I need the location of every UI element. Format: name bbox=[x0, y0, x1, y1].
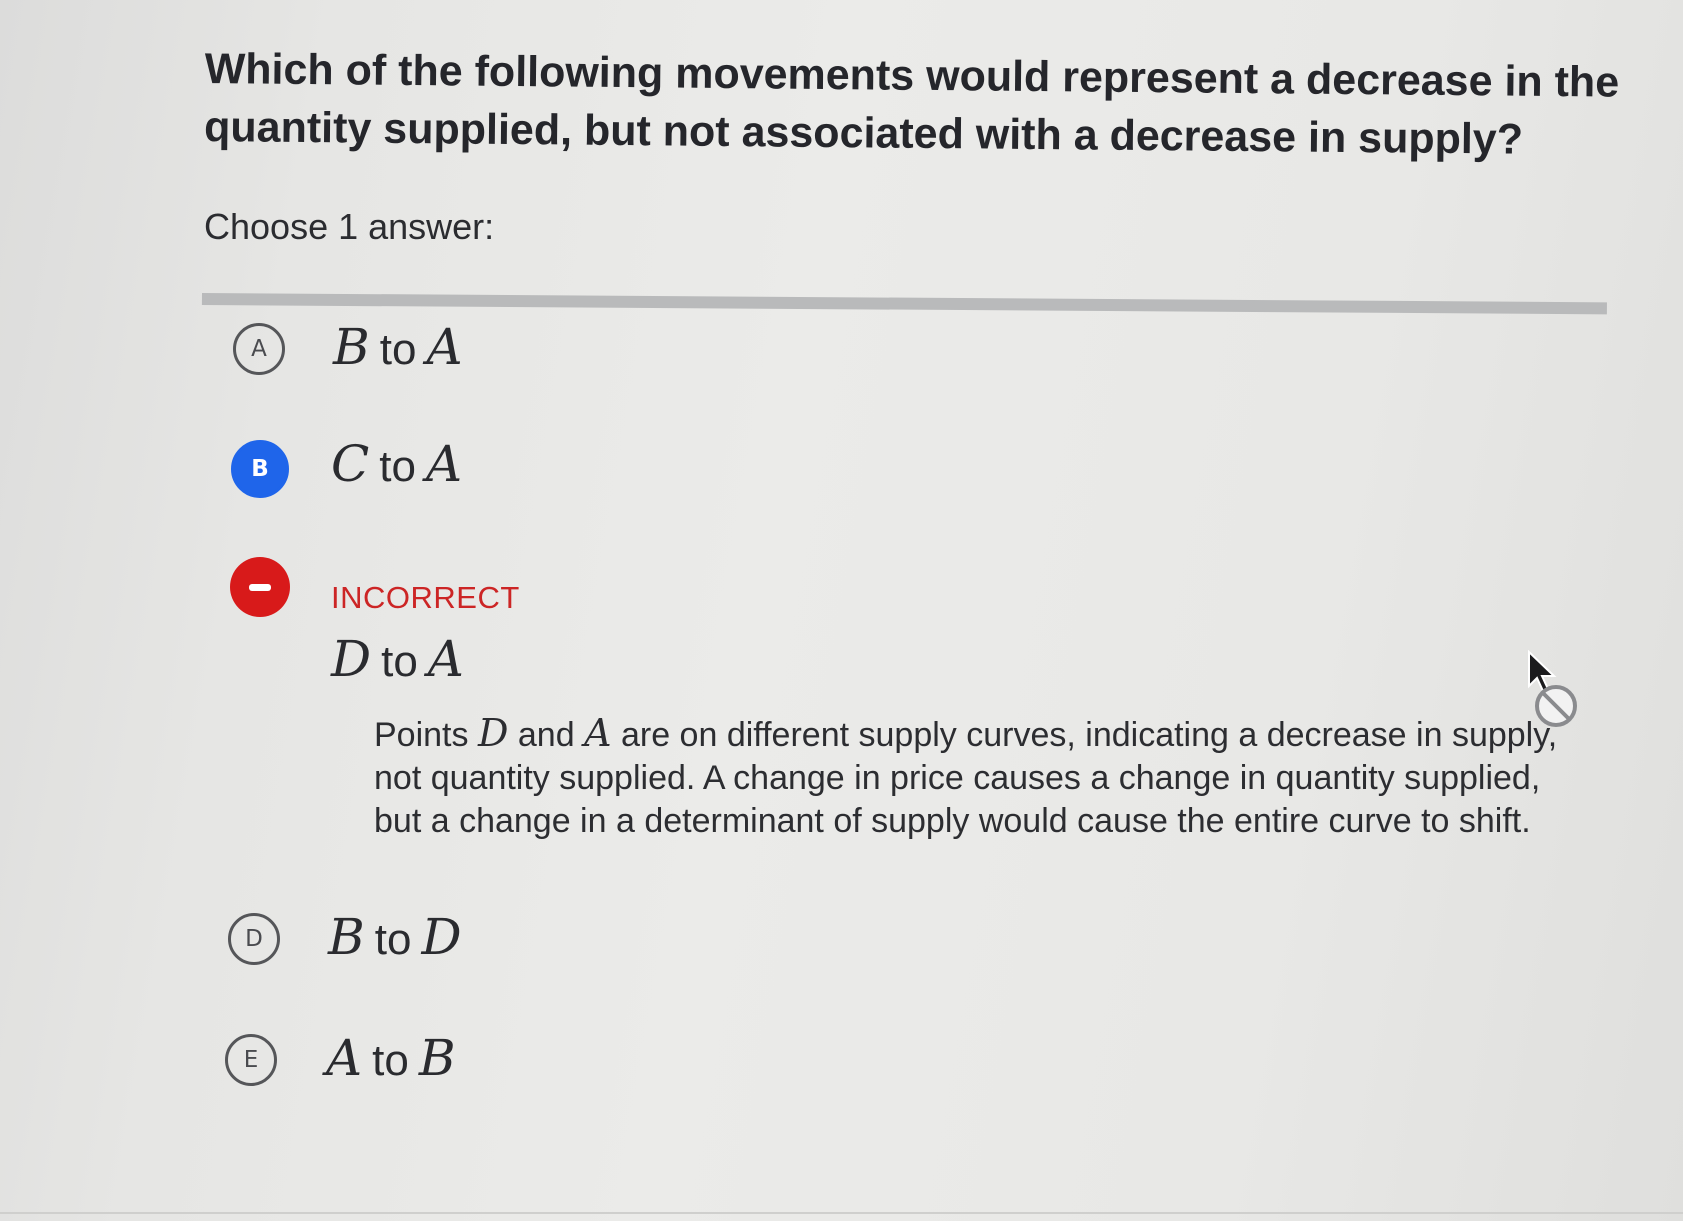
bottom-edge bbox=[0, 1212, 1683, 1214]
choice-d-letter: D bbox=[245, 926, 263, 952]
question-text: Which of the following movements would r… bbox=[203, 44, 1620, 164]
not-allowed-icon bbox=[1532, 682, 1580, 735]
choice-d-label[interactable]: Bto D bbox=[328, 908, 462, 966]
choice-a-label[interactable]: Bto A bbox=[333, 318, 463, 376]
choice-d-from: B bbox=[328, 908, 365, 966]
choice-d-bubble[interactable]: D bbox=[228, 913, 280, 965]
choice-c-connector: to bbox=[381, 637, 418, 686]
choice-a-letter: A bbox=[251, 336, 267, 362]
explanation-var-a: A bbox=[584, 711, 612, 755]
choice-b-label[interactable]: Cto A bbox=[331, 435, 462, 493]
choice-c-from: D bbox=[331, 630, 372, 688]
choice-d-to: D bbox=[421, 908, 462, 966]
choice-d-connector: to bbox=[374, 915, 412, 964]
choice-b-to: A bbox=[425, 435, 463, 493]
choice-c-to: A bbox=[427, 630, 464, 688]
choice-a-bubble[interactable]: A bbox=[233, 323, 285, 375]
explanation-prefix: Points bbox=[374, 716, 469, 754]
choice-a-to: A bbox=[426, 318, 463, 376]
choice-a-connector: to bbox=[379, 325, 417, 374]
explanation-line1: are on different supply curves, indicati… bbox=[620, 716, 1558, 754]
choice-b-bubble[interactable]: B bbox=[231, 440, 289, 498]
choice-b-letter: B bbox=[251, 456, 269, 482]
incorrect-status: INCORRECT bbox=[331, 580, 520, 615]
choice-e-from: A bbox=[326, 1029, 363, 1087]
explanation-and: and bbox=[517, 716, 575, 754]
choice-e-label[interactable]: Ato B bbox=[326, 1029, 456, 1087]
explanation-line2: not quantity supplied. A change in price… bbox=[374, 759, 1541, 797]
choice-e-letter: E bbox=[243, 1047, 259, 1073]
explanation-var-d: D bbox=[477, 711, 509, 755]
choice-e-connector: to bbox=[372, 1036, 409, 1085]
choice-b-connector: to bbox=[379, 442, 416, 491]
divider bbox=[201, 293, 1607, 315]
explanation-text: Points D and A are on different supply c… bbox=[374, 712, 1574, 843]
choice-a-from: B bbox=[333, 318, 370, 376]
minus-bar bbox=[249, 583, 271, 591]
choice-e-bubble[interactable]: E bbox=[225, 1034, 277, 1086]
minus-circle-icon bbox=[230, 557, 290, 617]
choice-c-label[interactable]: Dto A bbox=[331, 630, 464, 688]
explanation-line3: but a change in a determinant of supply … bbox=[374, 802, 1531, 840]
instruction-text: Choose 1 answer: bbox=[204, 206, 495, 247]
choice-b-from: C bbox=[331, 435, 370, 493]
choice-e-to: B bbox=[418, 1029, 456, 1087]
